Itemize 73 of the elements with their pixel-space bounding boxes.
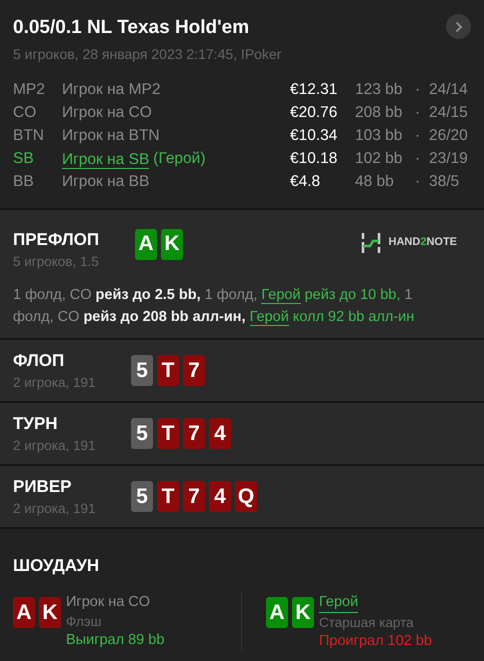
player-stats: 24/15 [429,103,468,124]
player-name: Игрок на BTN [62,126,160,146]
playing-card: T [157,418,179,450]
hand-title: 0.05/0.1 NL Texas Hold'em [13,16,250,40]
street-info: 2 игрока, 191 [13,374,96,392]
playing-card: T [157,355,179,386]
playing-card: T [157,481,179,512]
player-stats: 38/5 [429,172,460,192]
player-name: Игрок на CO [62,103,152,124]
hero-label: (Герой) [153,149,206,170]
player-position: BTN [13,126,45,146]
next-button[interactable] [446,14,471,39]
player-name: Игрок на MP2 [62,80,160,100]
street-title: ШОУДАУН [13,556,100,576]
playing-card: Q [235,481,257,512]
result-text: Проиграл 102 bb [319,632,432,652]
chevron-right-icon [454,20,462,32]
player-stack: €4.8 [290,172,322,192]
hand-rank: Флэш [66,613,102,632]
action-summary: 1 фолд, CO рейз до 2.5 bb, 1 фолд, Герой рейз до 10 bb, 1 фолд, CO рейз до 208 bb алл-ин, Герой колл 92 bb алл-ин [13,286,416,328]
player-bb: 123 bb [355,80,404,100]
separator-dot: · [415,103,422,124]
logo-text: HAND2NOTE [388,235,457,250]
playing-card: A [13,597,35,628]
player-stack: €10.18 [290,149,338,170]
player-stack: €20.76 [290,103,338,124]
player-name-link[interactable]: Игрок на SB [62,150,150,168]
playing-card: K [292,597,314,628]
player-bb: 103 bb [355,126,404,146]
separator-dot: · [415,149,422,170]
hero-link[interactable]: Герой [261,287,301,304]
player-stats: 24/14 [429,80,468,100]
hand-rank: Старшая карта [319,614,415,632]
playing-card: A [135,228,157,260]
street-info: 5 игроков, 1.5 [13,253,100,271]
player-bb: 208 bb [355,103,404,124]
playing-card: 5 [131,418,153,450]
street-info: 2 игрока, 191 [13,437,96,456]
playing-card: K [39,597,61,628]
street-title: РИВЕР [13,476,73,498]
playing-card: 5 [131,481,153,512]
playing-card: 7 [183,418,205,450]
player-stats: 23/19 [429,149,468,170]
street-info: 2 игрока, 191 [13,500,96,518]
player-bb: 48 bb [355,172,395,192]
playing-card: 4 [209,418,231,450]
player-name-link[interactable]: Герой [319,593,358,614]
playing-card: 4 [209,481,231,512]
street-title: ПРЕФЛОП [13,228,100,250]
player-stack: €10.34 [290,126,338,146]
player-position: SB [13,149,35,170]
player-position: MP2 [13,80,46,100]
player-name: Игрок на CO [66,593,152,612]
playing-card: 5 [131,355,153,386]
player-name: Игрок на BB [62,172,150,192]
playing-card: 7 [183,355,205,386]
logo-icon [360,232,381,254]
separator-dot: · [415,80,422,100]
player-stack: €12.31 [290,80,338,100]
player-bb: 102 bb [355,149,404,170]
player-stats: 26/20 [429,126,468,146]
street-title: ФЛОП [13,350,66,372]
playing-card: A [266,597,288,628]
hand-subtitle: 5 игроков, 28 января 2023 2:17:45, IPoker [13,44,282,64]
hero-link[interactable]: Герой [250,309,289,326]
playing-card: 7 [183,481,205,512]
result-text: Выиграл 89 bb [66,631,164,650]
separator-dot: · [415,172,422,192]
playing-card: K [161,228,183,260]
separator-dot: · [415,126,422,146]
player-position: BB [13,172,35,192]
player-position: CO [13,103,38,124]
street-title: ТУРН [13,412,59,435]
